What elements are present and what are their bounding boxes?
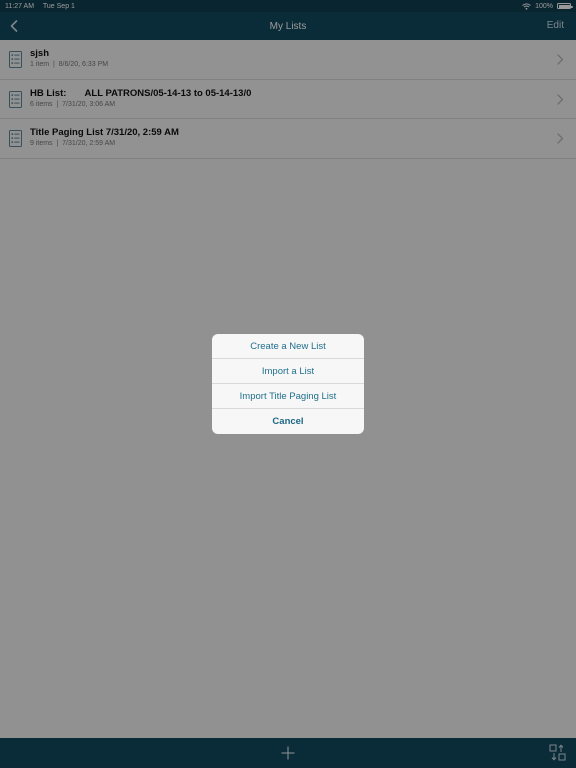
import-title-paging-list-button[interactable]: Import Title Paging List	[212, 384, 364, 409]
import-list-button[interactable]: Import a List	[212, 359, 364, 384]
screen: 11:27 AM Tue Sep 1 100% My Lists Edit sj…	[0, 0, 576, 768]
action-sheet: Create a New List Import a List Import T…	[212, 334, 364, 434]
cancel-button[interactable]: Cancel	[212, 409, 364, 434]
create-new-list-button[interactable]: Create a New List	[212, 334, 364, 359]
